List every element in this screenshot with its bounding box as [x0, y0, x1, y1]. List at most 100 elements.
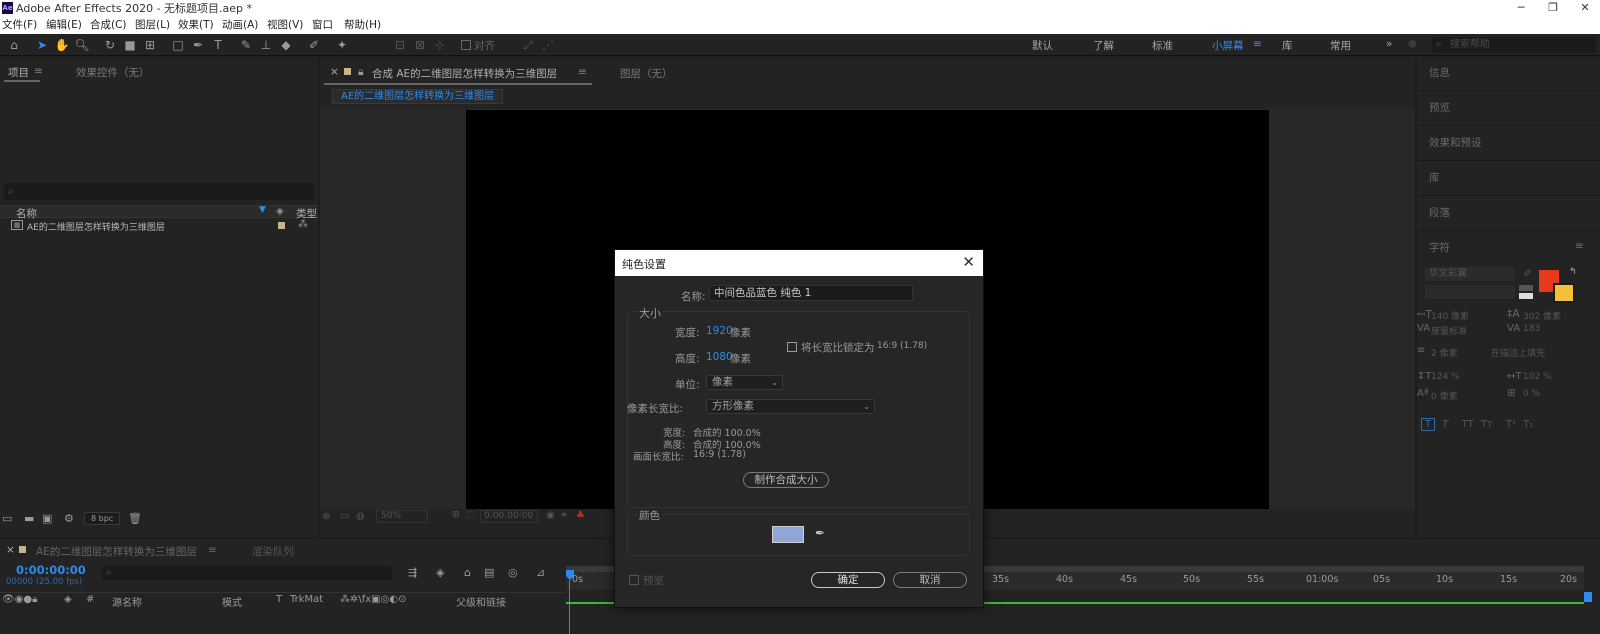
- tab-render-queue[interactable]: 渲染队列: [252, 544, 294, 559]
- tab-composition[interactable]: 合成 AE的二维图层怎样转换为三维图层: [372, 66, 557, 81]
- col-preserve-transparency[interactable]: T: [276, 594, 282, 605]
- maximize-button[interactable]: ❐: [1538, 0, 1568, 17]
- workspace-standard[interactable]: 标准: [1152, 38, 1173, 53]
- sync-settings-icon[interactable]: ⊗: [1408, 38, 1417, 50]
- project-settings-icon[interactable]: ⚙: [64, 512, 74, 525]
- menu-layer[interactable]: 图层(L): [135, 18, 170, 33]
- new-composition-icon[interactable]: ▣: [42, 512, 52, 525]
- brush-tool-icon[interactable]: ✎: [238, 37, 254, 53]
- make-comp-size-button[interactable]: 制作合成大小: [743, 472, 829, 488]
- font-size-value[interactable]: 140 像素: [1431, 309, 1469, 322]
- faux-bold-toggle[interactable]: T: [1421, 418, 1436, 431]
- rectangle-tool-icon[interactable]: □: [170, 37, 186, 53]
- eraser-tool-icon[interactable]: ◆: [278, 37, 294, 53]
- leading-value[interactable]: 302 像素: [1523, 309, 1561, 322]
- label-tag-icon[interactable]: ◈: [276, 206, 284, 217]
- mask-icon[interactable]: ◍: [356, 511, 365, 522]
- superscript-toggle[interactable]: T¹: [1506, 419, 1516, 430]
- comp-breadcrumb[interactable]: AE的二维图层怎样转换为三维图层: [332, 89, 504, 104]
- horizontal-scale-value[interactable]: 102 %: [1523, 372, 1552, 382]
- view-axis-icon[interactable]: ⊹: [432, 37, 448, 53]
- col-track-matte[interactable]: TrkMat: [290, 594, 323, 605]
- lock-aspect-checkbox[interactable]: [787, 342, 797, 352]
- font-family-dropdown[interactable]: 华文彩翼: [1425, 267, 1515, 281]
- sort-chevron-icon[interactable]: ▼: [259, 205, 266, 215]
- grid-icon[interactable]: ⊞: [452, 510, 460, 520]
- zoom-tool-icon[interactable]: 🔍︎: [74, 37, 90, 53]
- tab-menu-icon[interactable]: ≡: [208, 544, 217, 556]
- width-value[interactable]: 1920: [706, 325, 733, 337]
- tab-project[interactable]: 项目: [8, 65, 29, 80]
- close-tab-icon[interactable]: ×: [330, 66, 339, 78]
- panel-libraries[interactable]: 库: [1417, 162, 1600, 196]
- close-window-button[interactable]: ✕: [1570, 0, 1600, 17]
- zoom-dropdown[interactable]: 50%: [376, 510, 428, 523]
- graph-editor-icon[interactable]: ⊿: [536, 566, 545, 579]
- tab-menu-icon[interactable]: ≡: [34, 65, 43, 77]
- puppet-tool-icon[interactable]: ✦: [334, 37, 350, 53]
- project-search-input[interactable]: ⌕: [4, 183, 314, 200]
- kerning-value[interactable]: 度量标准: [1431, 324, 1467, 337]
- small-caps-toggle[interactable]: Tт: [1481, 419, 1493, 430]
- bit-depth-button[interactable]: 8 bpc: [84, 512, 121, 525]
- viewer-timecode[interactable]: 0:00:00:00: [480, 510, 538, 523]
- workspace-default[interactable]: 默认: [1032, 38, 1053, 53]
- menu-window[interactable]: 窗口: [312, 18, 333, 33]
- eyedropper-icon[interactable]: ✒: [815, 526, 825, 540]
- roto-brush-tool-icon[interactable]: ✐: [306, 37, 322, 53]
- show-snapshot-icon[interactable]: ⚭: [560, 510, 568, 521]
- white-swatch[interactable]: [1519, 293, 1533, 299]
- trash-icon[interactable]: 🗑︎: [128, 512, 142, 525]
- interpret-footage-icon[interactable]: ▭: [2, 512, 12, 525]
- no-fill-swatch[interactable]: [1519, 285, 1533, 291]
- rotate-tool-icon[interactable]: ↻: [102, 37, 118, 53]
- mask-toggle-icon[interactable]: ⬚: [466, 510, 475, 520]
- workspace-libraries[interactable]: 库: [1282, 38, 1293, 53]
- motion-blur-icon[interactable]: ◎: [508, 566, 518, 579]
- home-icon[interactable]: ⌂: [6, 37, 22, 53]
- stroke-color-swatch[interactable]: [1553, 283, 1575, 303]
- work-area-end-handle[interactable]: [1584, 592, 1592, 602]
- selection-tool-icon[interactable]: ➤: [34, 37, 50, 53]
- col-mode[interactable]: 模式: [222, 594, 242, 609]
- close-tab-icon[interactable]: ×: [6, 544, 15, 556]
- viewer-options-icon[interactable]: ⊕: [322, 511, 330, 522]
- tab-effect-controls[interactable]: 效果控件（无）: [76, 65, 150, 80]
- height-value[interactable]: 1080: [706, 351, 733, 363]
- menu-animation[interactable]: 动画(A): [222, 18, 258, 33]
- snapping-checkbox[interactable]: [461, 40, 471, 50]
- baseline-shift-value[interactable]: 0 像素: [1431, 389, 1458, 402]
- help-search-input[interactable]: ⌕ 搜索帮助: [1432, 37, 1596, 53]
- text-tool-icon[interactable]: T: [210, 37, 226, 53]
- panel-effects-presets[interactable]: 效果和预设: [1417, 127, 1600, 161]
- dialog-close-icon[interactable]: ✕: [962, 253, 975, 271]
- channel-icon[interactable]: ♣: [576, 510, 585, 521]
- swap-colors-icon[interactable]: ↰: [1569, 267, 1577, 277]
- stroke-width-value[interactable]: 2 像素: [1431, 346, 1458, 359]
- camera-tool-icon[interactable]: ■: [122, 37, 138, 53]
- project-item-row[interactable]: ▦ AE的二维图层怎样转换为三维图层 ⁂: [0, 219, 318, 233]
- panel-info[interactable]: 信息: [1417, 57, 1600, 91]
- workspace-small-screen[interactable]: 小屏幕: [1212, 38, 1244, 53]
- frame-blending-icon[interactable]: ▤: [484, 566, 494, 579]
- menu-edit[interactable]: 编辑(E): [46, 18, 82, 33]
- minimize-button[interactable]: ─: [1506, 0, 1536, 17]
- monitor-icon[interactable]: ▭: [340, 511, 349, 522]
- workspace-common[interactable]: 常用: [1330, 38, 1351, 53]
- preview-checkbox[interactable]: [629, 575, 639, 585]
- lock-icon[interactable]: 🔒︎: [358, 66, 364, 79]
- tab-menu-icon[interactable]: ≡: [578, 66, 587, 78]
- new-folder-icon[interactable]: ▬: [24, 512, 34, 525]
- pen-tool-icon[interactable]: ✒: [190, 37, 206, 53]
- pixel-aspect-dropdown[interactable]: 方形像素 ⌄: [706, 399, 875, 414]
- solid-name-input[interactable]: 中间色品蓝色 纯色 1: [709, 285, 913, 301]
- tab-timeline-comp[interactable]: AE的二维图层怎样转换为三维图层: [36, 544, 197, 559]
- menu-composition[interactable]: 合成(C): [90, 18, 127, 33]
- workspace-learn[interactable]: 了解: [1093, 38, 1114, 53]
- vertical-scale-value[interactable]: 124 %: [1431, 372, 1460, 382]
- col-source-name[interactable]: 源名称: [112, 594, 142, 609]
- ok-button[interactable]: 确定: [811, 572, 885, 588]
- timeline-timecode[interactable]: 0:00:00:00: [16, 563, 86, 577]
- panel-paragraph[interactable]: 段落: [1417, 197, 1600, 231]
- menu-file[interactable]: 文件(F): [2, 18, 37, 33]
